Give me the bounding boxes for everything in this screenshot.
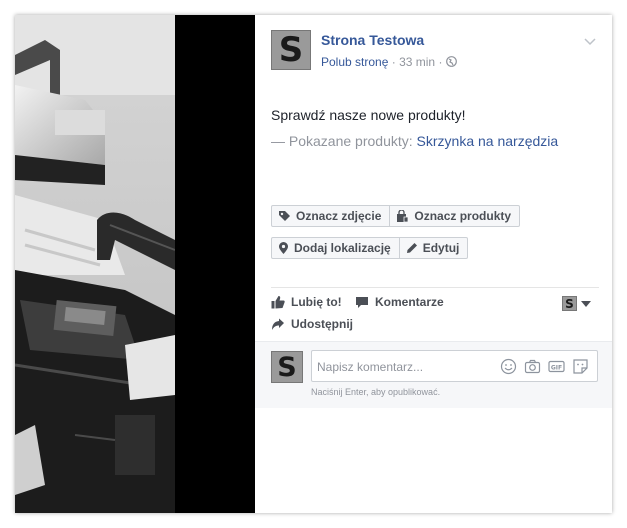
comment-composer: S GIF Naciśnij Enter, aby opublikować. [255,341,612,408]
comment-tools: GIF [493,358,589,375]
toolbox-image [15,15,255,513]
commenter-avatar: S [271,351,303,383]
comment-box[interactable]: GIF [311,350,598,382]
sticker-icon[interactable] [572,358,589,375]
svg-text:GIF: GIF [551,364,562,371]
tag-products-label: Oznacz produkty [414,209,512,223]
add-location-label: Dodaj lokalizację [294,241,391,255]
identity-selector[interactable]: S [562,296,591,311]
enter-hint: Naciśnij Enter, aby opublikować. [311,387,441,397]
product-link[interactable]: Skrzynka na narzędzia [417,133,559,149]
edit-label: Edytuj [422,241,460,255]
post-text: Sprawdź nasze nowe produkty! [271,107,466,123]
edit-button[interactable]: Edytuj [399,237,469,259]
comment-bubble-icon [356,296,368,308]
location-edit-group: Dodaj lokalizację Edytuj [271,237,469,259]
post-meta: Polub stronę · 33 min · [321,55,457,70]
meta-separator: · [438,55,443,69]
post-card: S Strona Testowa Polub stronę · 33 min ·… [15,15,612,513]
chevron-down-icon[interactable] [584,33,596,51]
gif-icon[interactable]: GIF [548,358,565,375]
meta-separator: · [391,55,396,69]
post-timestamp[interactable]: 33 min [399,55,435,69]
camera-icon[interactable] [524,358,541,375]
like-page-link[interactable]: Polub stronę [321,55,388,69]
share-arrow-icon [272,318,284,330]
share-button[interactable]: Udostępnij [271,317,353,331]
comment-button[interactable]: Komentarze [355,295,444,309]
tag-products-button[interactable]: Oznacz produkty [390,205,521,227]
caret-down-icon [581,300,591,307]
tag-icon [279,210,290,221]
tag-button-group: Oznacz zdjęcie Oznacz produkty [271,205,521,227]
location-pin-icon [279,241,288,254]
page-name-link[interactable]: Strona Testowa [321,32,424,48]
page-avatar[interactable]: S [271,30,311,70]
tag-photo-label: Oznacz zdjęcie [296,209,382,223]
share-label: Udostępnij [291,317,353,331]
shopping-bag-icon [397,209,409,222]
divider [271,287,599,288]
comment-input[interactable] [315,357,499,377]
like-label: Lubię to! [291,295,342,309]
like-button[interactable]: Lubię to! [271,295,342,309]
pencil-icon [406,243,417,253]
post-panel: S Strona Testowa Polub stronę · 33 min ·… [255,15,612,513]
add-location-button[interactable]: Dodaj lokalizację [271,237,400,259]
featured-products: — Pokazane produkty: Skrzynka na narzędz… [271,133,558,149]
thumbs-up-icon [271,296,285,309]
smiley-icon[interactable] [500,358,517,375]
tag-photo-button[interactable]: Oznacz zdjęcie [271,205,391,227]
identity-avatar: S [562,296,577,311]
globe-icon[interactable] [445,56,457,70]
products-prefix: — Pokazane produkty: [271,133,417,149]
comment-label: Komentarze [375,295,444,309]
product-photo[interactable] [15,15,255,513]
